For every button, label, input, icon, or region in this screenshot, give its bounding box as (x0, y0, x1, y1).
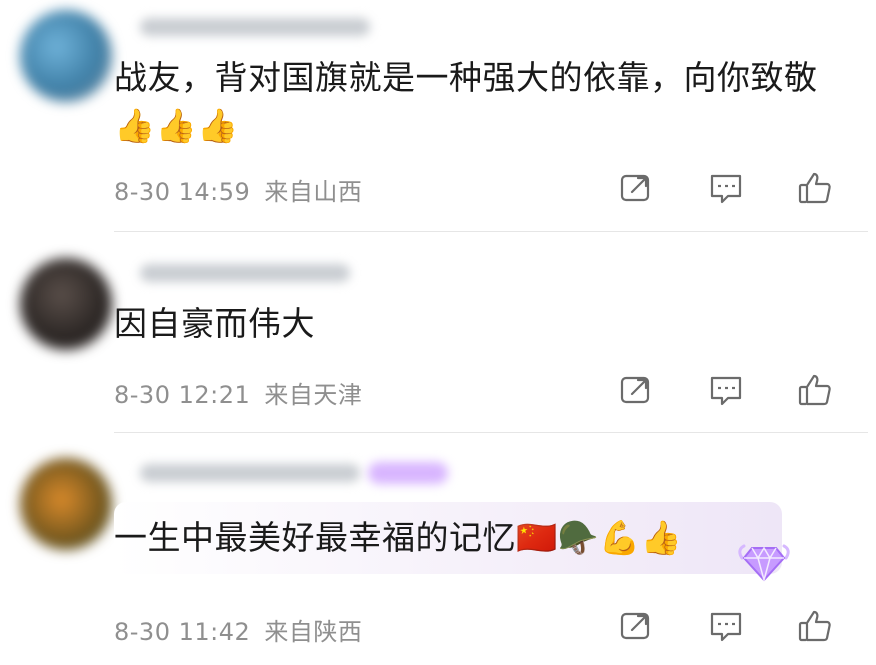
avatar[interactable] (20, 10, 112, 102)
comment-item: 一生中最美好最幸福的记忆🇨🇳🪖💪👍 8-30 11:42 来自陕西 (0, 440, 876, 665)
comment-icon[interactable] (708, 372, 744, 408)
share-icon[interactable] (618, 608, 654, 644)
comment-text: 因自豪而伟大 (114, 304, 315, 343)
diamond-badge-icon (738, 544, 790, 583)
comment-item: 因自豪而伟大 8-30 12:21 来自天津 (0, 240, 876, 430)
comment-actions (0, 608, 876, 648)
avatar[interactable] (20, 458, 112, 550)
like-icon[interactable] (797, 608, 833, 644)
divider (114, 231, 868, 232)
share-icon[interactable] (618, 170, 654, 206)
comment-actions (0, 372, 876, 412)
comment-text: 战友，背对国旗就是一种强大的依靠，向你致敬👍👍👍 (114, 58, 818, 145)
comment-icon[interactable] (708, 170, 744, 206)
like-icon[interactable] (797, 170, 833, 206)
comment-icon[interactable] (708, 608, 744, 644)
avatar[interactable] (20, 258, 112, 350)
comment-actions (0, 170, 876, 210)
divider (114, 432, 868, 433)
username-blurred[interactable] (140, 464, 360, 482)
share-icon[interactable] (618, 372, 654, 408)
username-blurred[interactable] (140, 18, 370, 36)
like-icon[interactable] (797, 372, 833, 408)
comment-text: 一生中最美好最幸福的记忆🇨🇳🪖💪👍 (114, 518, 683, 557)
comment-item: 战友，背对国旗就是一种强大的依靠，向你致敬👍👍👍 8-30 14:59 来自山西 (0, 0, 876, 230)
vip-badge-blurred (368, 462, 448, 484)
username-blurred[interactable] (140, 264, 350, 282)
